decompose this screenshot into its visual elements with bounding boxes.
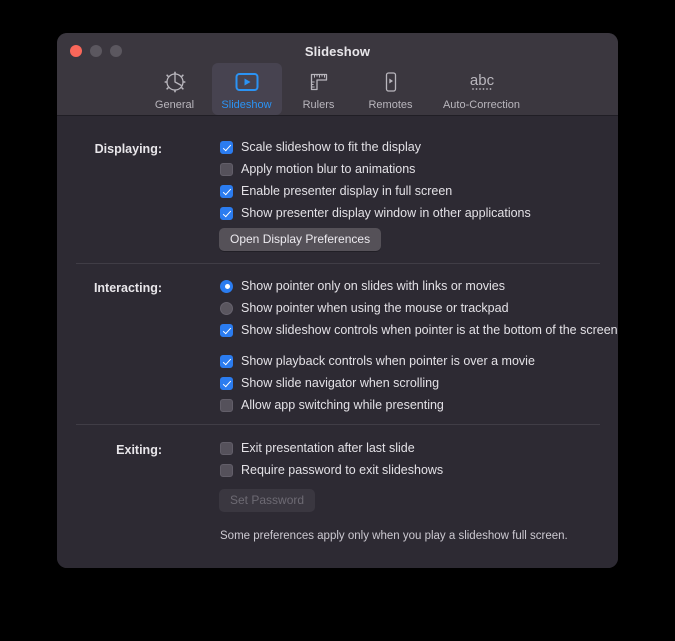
checkbox-indicator[interactable] bbox=[220, 441, 233, 455]
checkbox-motion-blur[interactable]: Apply motion blur to animations bbox=[220, 162, 415, 176]
checkbox-presenter-display-fullscreen[interactable]: Enable presenter display in full screen bbox=[220, 184, 452, 198]
tab-remotes-label: Remotes bbox=[368, 99, 413, 111]
checkbox-label: Show slide navigator when scrolling bbox=[241, 376, 440, 390]
preferences-window: Slideshow General Slideshow Rulers Remot… bbox=[57, 33, 618, 568]
section-divider-1 bbox=[76, 263, 600, 264]
radio-pointer-links-movies[interactable]: Show pointer only on slides with links o… bbox=[220, 279, 505, 293]
checkbox-label: Show presenter display window in other a… bbox=[241, 206, 531, 220]
window-titlebar: Slideshow General Slideshow Rulers Remot… bbox=[57, 33, 618, 116]
checkbox-scale-slideshow[interactable]: Scale slideshow to fit the display bbox=[220, 140, 421, 154]
tab-slideshow-label: Slideshow bbox=[221, 99, 272, 111]
tab-auto-correction[interactable]: abc Auto-Correction bbox=[428, 63, 536, 115]
checkbox-label: Scale slideshow to fit the display bbox=[241, 140, 421, 154]
checkbox-label: Exit presentation after last slide bbox=[241, 441, 415, 455]
checkbox-indicator[interactable] bbox=[220, 354, 233, 368]
checkbox-label: Enable presenter display in full screen bbox=[241, 184, 453, 198]
checkbox-allow-app-switching[interactable]: Allow app switching while presenting bbox=[220, 398, 444, 412]
checkbox-playback-controls-movie[interactable]: Show playback controls when pointer is o… bbox=[220, 354, 535, 368]
tab-slideshow[interactable]: Slideshow bbox=[211, 63, 282, 115]
checkbox-slide-navigator-scrolling[interactable]: Show slide navigator when scrolling bbox=[220, 376, 439, 390]
open-display-preferences-button[interactable]: Open Display Preferences bbox=[219, 228, 382, 251]
ruler-icon bbox=[307, 69, 331, 95]
checkbox-label: Apply motion blur to animations bbox=[241, 162, 416, 176]
section-divider-2 bbox=[76, 424, 600, 425]
radio-label: Show pointer only on slides with links o… bbox=[241, 279, 506, 293]
checkbox-presenter-window-other-apps[interactable]: Show presenter display window in other a… bbox=[220, 206, 531, 220]
gear-icon bbox=[163, 69, 187, 95]
checkbox-indicator[interactable] bbox=[220, 323, 233, 337]
footnote-text: Some preferences apply only when you pla… bbox=[220, 530, 568, 542]
remote-device-icon bbox=[379, 69, 403, 95]
exiting-section-label: Exiting: bbox=[116, 443, 162, 457]
preferences-content: Displaying: Scale slideshow to fit the d… bbox=[57, 116, 618, 568]
checkbox-label: Show playback controls when pointer is o… bbox=[241, 354, 535, 368]
radio-indicator[interactable] bbox=[220, 279, 233, 293]
checkbox-indicator[interactable] bbox=[220, 398, 233, 412]
checkbox-exit-after-last-slide[interactable]: Exit presentation after last slide bbox=[220, 441, 415, 455]
interacting-section-label: Interacting: bbox=[93, 281, 162, 295]
checkbox-indicator[interactable] bbox=[220, 463, 233, 477]
tab-rulers[interactable]: Rulers bbox=[284, 63, 354, 115]
checkbox-indicator[interactable] bbox=[220, 376, 233, 390]
checkbox-label: Show slideshow controls when pointer is … bbox=[241, 323, 618, 337]
tab-auto-correction-label: Auto-Correction bbox=[442, 99, 521, 111]
abc-spellcheck-icon: abc bbox=[462, 69, 502, 95]
radio-indicator[interactable] bbox=[220, 301, 233, 315]
radio-label: Show pointer when using the mouse or tra… bbox=[241, 301, 509, 315]
checkbox-label: Allow app switching while presenting bbox=[241, 398, 444, 412]
window-title: Slideshow bbox=[304, 44, 371, 59]
checkbox-slideshow-controls-bottom[interactable]: Show slideshow controls when pointer is … bbox=[220, 323, 618, 337]
checkbox-indicator[interactable] bbox=[220, 162, 233, 176]
tab-remotes[interactable]: Remotes bbox=[356, 63, 426, 115]
checkbox-require-password-exit[interactable]: Require password to exit slideshows bbox=[220, 463, 443, 477]
preferences-toolbar: General Slideshow Rulers Remotes abc Aut… bbox=[57, 63, 618, 115]
checkbox-label: Require password to exit slideshows bbox=[241, 463, 444, 477]
radio-pointer-mouse-trackpad[interactable]: Show pointer when using the mouse or tra… bbox=[220, 301, 509, 315]
tab-general[interactable]: General bbox=[140, 63, 210, 115]
tab-general-label: General bbox=[154, 99, 195, 111]
set-password-button[interactable]: Set Password bbox=[219, 489, 316, 512]
play-rect-icon bbox=[234, 69, 260, 95]
svg-text:abc: abc bbox=[469, 72, 494, 89]
tab-rulers-label: Rulers bbox=[302, 99, 335, 111]
checkbox-indicator[interactable] bbox=[220, 140, 233, 154]
checkbox-indicator[interactable] bbox=[220, 206, 233, 220]
checkbox-indicator[interactable] bbox=[220, 184, 233, 198]
displaying-section-label: Displaying: bbox=[94, 142, 162, 156]
